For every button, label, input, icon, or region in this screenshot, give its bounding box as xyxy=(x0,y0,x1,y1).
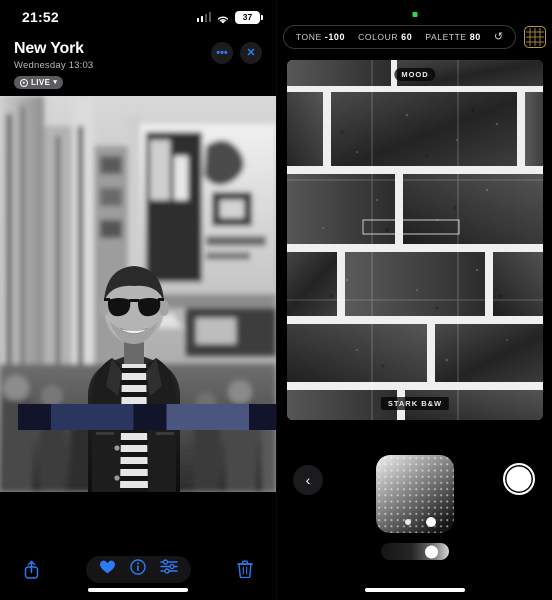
screen-photo-viewer: 21:52 37 New York Wednesday 13:03 LIVE ▾… xyxy=(0,0,276,600)
colour-value: 60 xyxy=(401,32,413,42)
chevron-down-icon: ▾ xyxy=(53,79,58,86)
screens-container: 21:52 37 New York Wednesday 13:03 LIVE ▾… xyxy=(0,0,552,600)
photo-filmstrip[interactable] xyxy=(0,404,276,430)
wifi-icon xyxy=(216,12,230,24)
photo-header: New York Wednesday 13:03 LIVE ▾ ••• ✕ xyxy=(0,34,276,96)
heart-icon[interactable] xyxy=(99,559,116,579)
battery-icon: 37 xyxy=(235,10,263,24)
photo-actions-pill xyxy=(85,555,191,583)
status-bar: 21:52 37 xyxy=(0,0,276,34)
colour-control[interactable]: COLOUR 60 xyxy=(358,32,412,42)
tone-value: -100 xyxy=(324,32,346,42)
tone-colour-pad[interactable] xyxy=(376,455,454,533)
palette-control[interactable]: PALETTE 80 xyxy=(425,32,481,42)
preview-top-tag: MOOD xyxy=(394,68,436,81)
pad-selector-knob[interactable] xyxy=(426,517,436,527)
brick-image: MOOD STARK B&W xyxy=(287,60,543,420)
share-icon[interactable] xyxy=(18,556,44,582)
cellular-bars-icon xyxy=(196,12,211,22)
green-dot-icon xyxy=(412,12,417,17)
info-icon[interactable] xyxy=(129,558,146,580)
tone-label: TONE xyxy=(295,32,322,42)
tone-controls-pill[interactable]: TONE -100 COLOUR 60 PALETTE 80 ↺ xyxy=(282,25,517,49)
live-photo-icon xyxy=(20,78,28,87)
camera-status-bar xyxy=(277,0,552,20)
home-indicator xyxy=(365,588,465,592)
colour-label: COLOUR xyxy=(358,32,399,42)
editor-toolbar: TONE -100 COLOUR 60 PALETTE 80 ↺ xyxy=(277,20,552,54)
status-time: 21:52 xyxy=(22,9,59,25)
status-indicators: 37 xyxy=(196,10,263,24)
back-button[interactable]: ‹ xyxy=(293,465,323,495)
camera-controls: ‹ xyxy=(277,445,552,600)
intensity-slider-knob[interactable] xyxy=(425,545,438,558)
pad-secondary-point xyxy=(405,519,411,525)
live-badge[interactable]: LIVE ▾ xyxy=(14,76,64,89)
shutter-button[interactable] xyxy=(503,463,535,495)
more-options-button[interactable]: ••• xyxy=(211,42,233,64)
adjustments-icon[interactable] xyxy=(159,559,178,579)
live-label: LIVE xyxy=(31,78,51,87)
photo-toolbar xyxy=(0,538,276,600)
header-actions: ••• ✕ xyxy=(211,42,262,64)
trash-icon[interactable] xyxy=(232,556,258,582)
main-photo[interactable] xyxy=(0,96,276,492)
screen-camera-editor: TONE -100 COLOUR 60 PALETTE 80 ↺ MOOD ST… xyxy=(276,0,552,600)
camera-preview[interactable]: MOOD STARK B&W xyxy=(277,54,552,426)
palette-label: PALETTE xyxy=(425,32,467,42)
battery-level: 37 xyxy=(242,12,253,22)
reset-icon[interactable]: ↺ xyxy=(494,31,503,43)
palette-value: 80 xyxy=(469,32,481,42)
tone-control[interactable]: TONE -100 xyxy=(296,32,345,42)
photo-meta: New York Wednesday 13:03 LIVE ▾ xyxy=(14,40,93,92)
home-indicator xyxy=(88,588,188,592)
photo-datetime: Wednesday 13:03 xyxy=(14,60,94,71)
page-title: New York xyxy=(14,40,84,57)
grid-preset-icon[interactable] xyxy=(524,26,547,48)
close-button[interactable]: ✕ xyxy=(240,42,262,64)
intensity-slider[interactable] xyxy=(381,543,449,560)
preview-bottom-tag: STARK B&W xyxy=(380,397,450,410)
